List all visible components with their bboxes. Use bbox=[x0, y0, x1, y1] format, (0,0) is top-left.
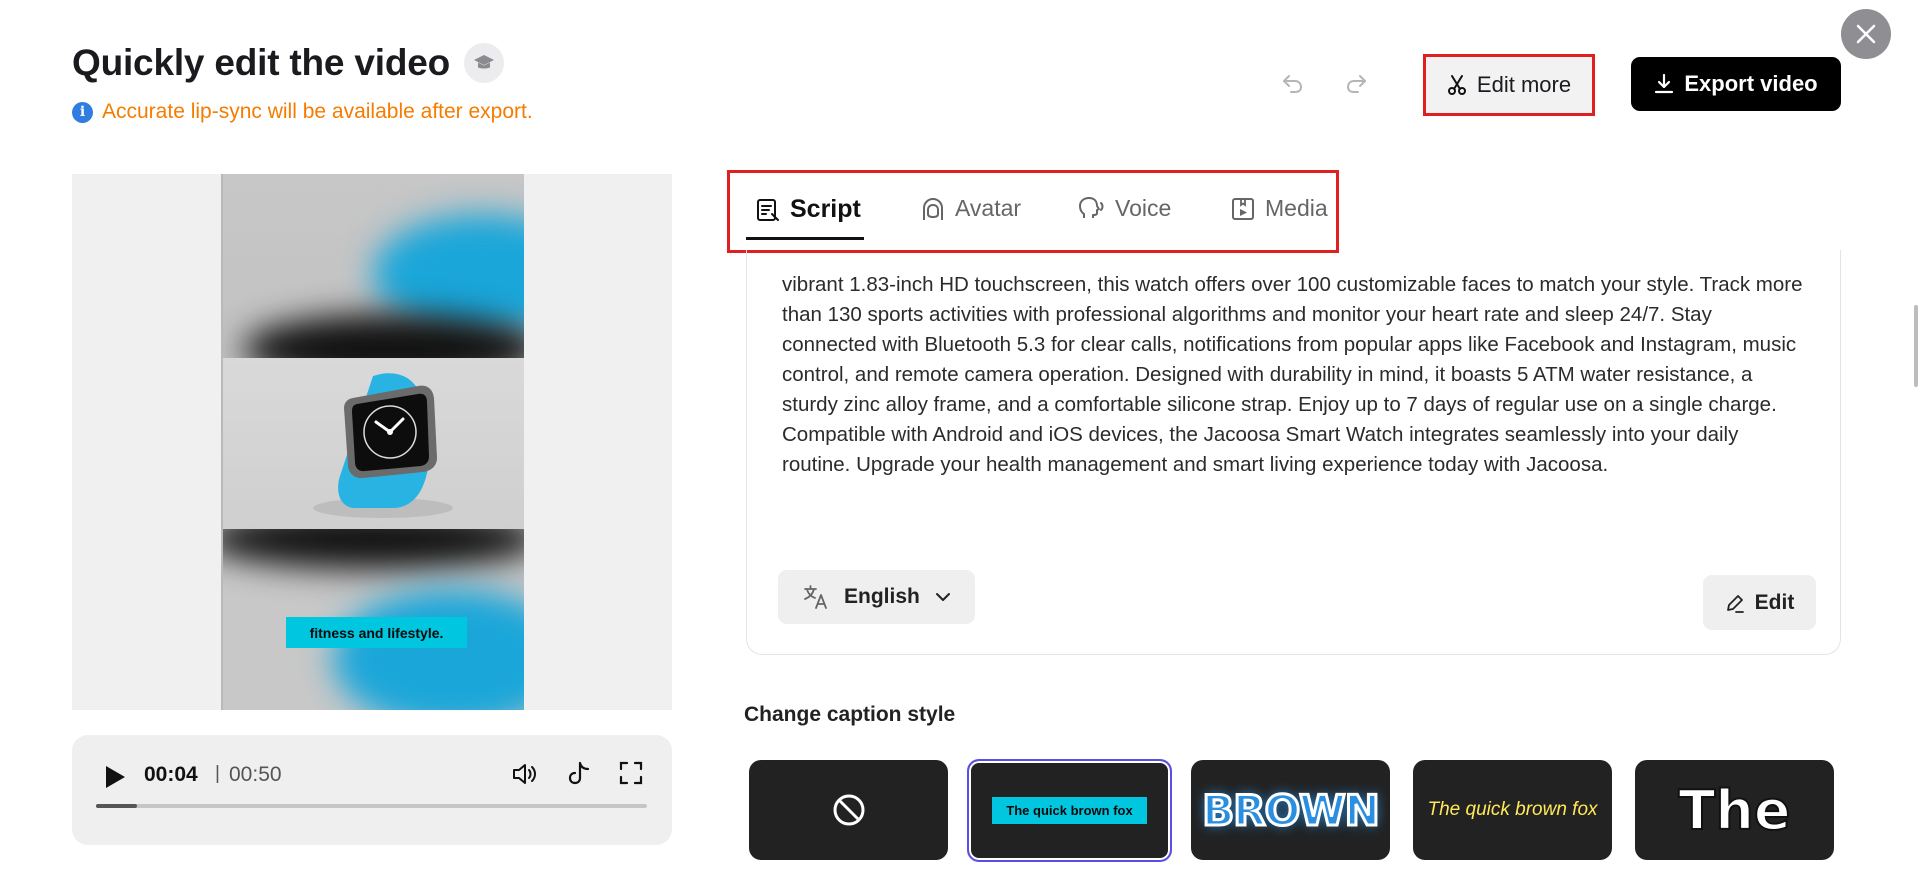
current-time: 00:04 bbox=[144, 763, 198, 786]
tiktok-icon bbox=[568, 761, 590, 785]
progress-bar[interactable] bbox=[96, 804, 647, 808]
video-preview[interactable]: fitness and lifestyle. bbox=[72, 174, 672, 710]
close-icon bbox=[1856, 24, 1876, 44]
caption-style-brown[interactable]: BROWN bbox=[1191, 760, 1390, 860]
redo-button[interactable] bbox=[1343, 70, 1369, 101]
tab-script-label: Script bbox=[790, 195, 861, 223]
redo-icon bbox=[1346, 75, 1366, 93]
caption-style-boxed[interactable]: The quick brown fox bbox=[967, 759, 1172, 862]
video-caption: fitness and lifestyle. bbox=[286, 617, 467, 648]
title-row: Quickly edit the video bbox=[72, 42, 505, 84]
edit-more-button[interactable]: Edit more bbox=[1423, 54, 1595, 116]
tab-avatar[interactable]: Avatar bbox=[920, 195, 1021, 222]
volume-icon bbox=[513, 764, 536, 784]
caption-style-the-sample: The bbox=[1678, 778, 1792, 843]
watch-image bbox=[223, 358, 524, 529]
progress-fill bbox=[96, 804, 138, 808]
smartwatch-image bbox=[313, 373, 453, 518]
play-button[interactable] bbox=[100, 763, 128, 796]
scrollbar[interactable] bbox=[1914, 305, 1918, 387]
tab-media[interactable]: Media bbox=[1230, 195, 1328, 222]
language-label: English bbox=[844, 585, 920, 608]
caption-style-none[interactable] bbox=[749, 760, 948, 860]
undo-icon bbox=[1283, 75, 1303, 93]
play-icon bbox=[106, 766, 125, 788]
export-label: Export video bbox=[1684, 71, 1818, 96]
video-frame: fitness and lifestyle. bbox=[221, 174, 524, 710]
media-icon bbox=[1232, 197, 1254, 220]
language-selector[interactable]: English bbox=[778, 570, 975, 624]
edit-label: Edit bbox=[1754, 590, 1795, 614]
edit-script-button[interactable]: Edit bbox=[1703, 575, 1816, 630]
graduation-cap-icon bbox=[474, 55, 495, 69]
volume-button[interactable] bbox=[510, 759, 540, 794]
no-caption-icon bbox=[833, 794, 864, 826]
tiktok-button[interactable] bbox=[565, 759, 593, 794]
translate-icon bbox=[804, 585, 827, 609]
page-title: Quickly edit the video bbox=[72, 42, 451, 83]
fullscreen-button[interactable] bbox=[617, 759, 645, 792]
scissors-icon bbox=[1447, 75, 1466, 95]
voice-icon bbox=[1079, 196, 1104, 218]
tab-voice[interactable]: Voice bbox=[1078, 195, 1171, 222]
caption-style-heading: Change caption style bbox=[744, 703, 956, 726]
avatar-icon bbox=[923, 197, 943, 220]
info-icon: i bbox=[72, 101, 93, 123]
pencil-icon bbox=[1726, 594, 1744, 613]
editor-tabs: Script Avatar Voice Media bbox=[727, 170, 1339, 253]
tutorial-button[interactable] bbox=[464, 43, 505, 83]
caption-style-boxed-sample: The quick brown fox bbox=[992, 797, 1147, 824]
caption-style-the[interactable]: The bbox=[1635, 760, 1834, 860]
caption-style-brown-sample: BROWN bbox=[1201, 784, 1382, 836]
undo-button[interactable] bbox=[1280, 70, 1306, 101]
quick-edit-modal: Quickly edit the video i Accurate lip-sy… bbox=[0, 0, 1920, 881]
tab-avatar-label: Avatar bbox=[955, 195, 1022, 221]
close-button[interactable] bbox=[1841, 9, 1891, 59]
chevron-down-icon bbox=[935, 593, 950, 601]
video-panel-top bbox=[223, 174, 524, 358]
tab-voice-label: Voice bbox=[1115, 195, 1172, 221]
caption-style-yellow[interactable]: The quick brown fox bbox=[1413, 760, 1612, 860]
script-panel: vibrant 1.83-inch HD touchscreen, this w… bbox=[746, 250, 1841, 655]
fullscreen-icon bbox=[619, 761, 643, 785]
video-player-controls: 00:04 | 00:50 bbox=[72, 735, 672, 845]
tab-media-label: Media bbox=[1265, 195, 1328, 221]
active-tab-indicator bbox=[746, 237, 864, 240]
lip-sync-notice: i Accurate lip-sync will be available af… bbox=[72, 100, 533, 124]
total-time: 00:50 bbox=[229, 763, 282, 786]
download-icon bbox=[1655, 73, 1674, 94]
time-separator: | bbox=[215, 763, 220, 784]
tab-script[interactable]: Script bbox=[755, 195, 861, 224]
export-video-button[interactable]: Export video bbox=[1631, 57, 1841, 111]
edit-more-label: Edit more bbox=[1476, 72, 1572, 97]
script-text[interactable]: vibrant 1.83-inch HD touchscreen, this w… bbox=[782, 270, 1812, 480]
script-icon bbox=[757, 198, 779, 221]
caption-style-yellow-sample: The quick brown fox bbox=[1427, 799, 1598, 820]
notice-text: Accurate lip-sync will be available afte… bbox=[102, 100, 533, 123]
